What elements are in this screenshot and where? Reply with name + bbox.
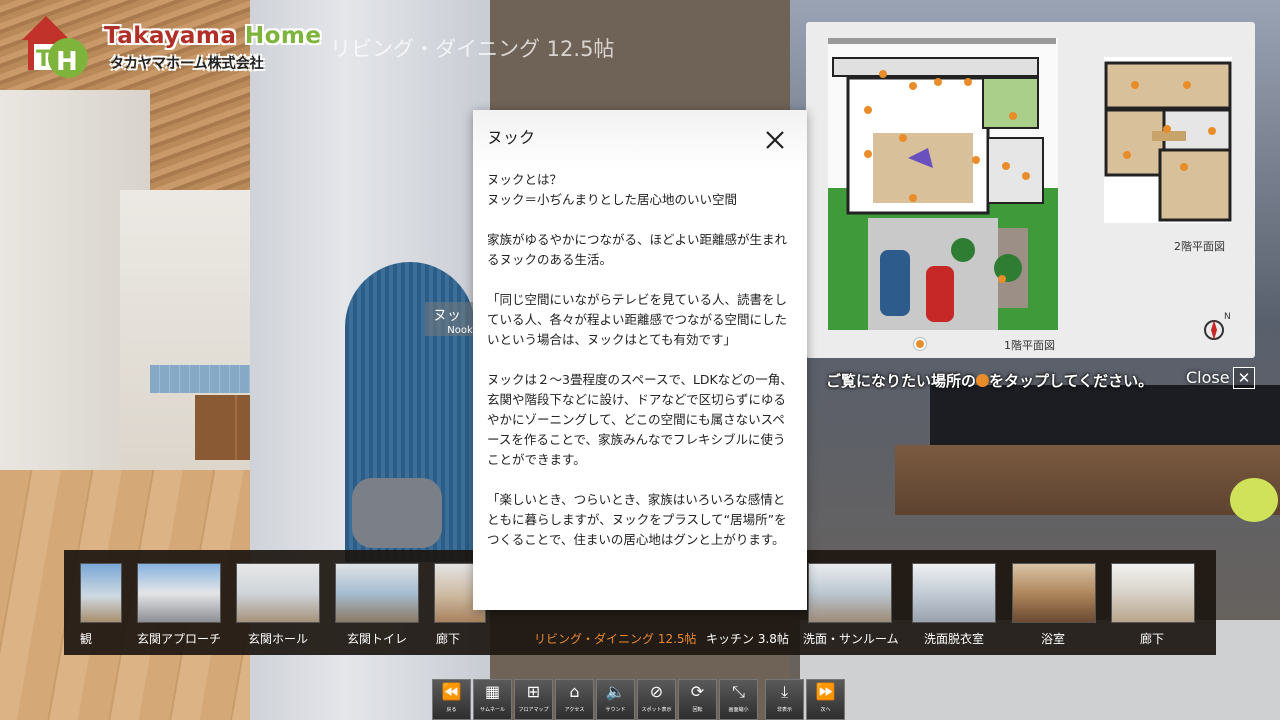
tool-floor-map[interactable]: ⊞ フロアマップ [514,679,553,720]
thumbnail-2[interactable] [236,563,320,623]
thumbnail-0[interactable] [80,563,122,623]
access-icon: ⌂ [569,682,580,701]
tool-shrink-screen[interactable]: ⤡ 画面縮小 [719,679,758,720]
floor-plan-close-label[interactable]: Close [1186,368,1230,387]
download-icon: ⤓ [780,682,789,701]
thumbnail-label-4[interactable]: 廊下 [436,630,460,647]
logo-name: Takayama Home [104,23,322,49]
tool-label: サムネール [480,707,505,713]
svg-text:N: N [1224,312,1231,322]
tool-label: アクセス [564,707,585,713]
tool-label: スポット表示 [641,707,672,713]
tool-label: 画面縮小 [728,707,749,713]
forward-icon: ⏩ [815,682,836,701]
shrink-icon: ⤡ [732,682,745,701]
tool-label: 非表示 [776,707,792,713]
dialog-paragraph-4: ヌックは２～3畳程度のスペースで、LDKなどの一角、玄関や階段下などに設け、ドア… [487,372,793,467]
compass-icon: N [1204,312,1231,340]
rewind-icon: ⏪ [441,682,462,701]
instruction-text-1: ご覧になりたい場所の [826,372,977,390]
tv-board [895,445,1280,515]
floor-plan-close-button[interactable]: ✕ [1233,367,1255,389]
thumbnail-label-0[interactable]: 観 [80,630,92,647]
house-logo-icon: H T [22,16,88,78]
thumbnail-label-7[interactable]: 洗面・サンルーム [803,630,899,647]
thumbnail-7[interactable] [808,563,892,623]
toy [1230,478,1278,522]
thumbnail-label-9[interactable]: 浴室 [1041,630,1065,647]
thumbnail-10[interactable] [1111,563,1195,623]
dialog-body: ヌックとは？ ヌック＝小ぢんまりとした居心地のいい空間 家族がゆるやかにつながる… [487,170,797,570]
hotspot-marker-icon [914,338,926,350]
tool-label: 回転 [692,707,703,713]
tool-rotate[interactable]: ⟳ 回転 [678,679,717,720]
thumbnail-8[interactable] [912,563,996,623]
tool-rewind[interactable]: ⏪ 戻る [432,679,471,720]
floor-plan-panel: 1階平面図 2階平面図 N [806,22,1255,358]
thumbnail-1[interactable] [137,563,221,623]
tool-sound[interactable]: 🔈 サウンド [596,679,635,720]
thumbnail-label-2[interactable]: 玄関ホール [248,630,308,647]
thumbnail-label-3[interactable]: 玄関トイレ [347,630,407,647]
nook-info-dialog: ヌック ヌックとは？ ヌック＝小ぢんまりとした居心地のいい空間 家族がゆるやかに… [473,110,807,610]
dialog-paragraph-3: 「同じ空間にいながらテレビを見ている人、読書をしている人、各々が程よい距離感でつ… [487,292,788,347]
floor-plan-instruction: ご覧になりたい場所の をタップしてください。 [826,370,1153,391]
thumbnail-label-5[interactable]: リビング・ダイニング 12.5帖 [534,630,697,647]
floor-plan-2f [1104,57,1232,223]
tool-label: 戻る [446,707,457,713]
thumbnail-label-8[interactable]: 洗面脱衣室 [924,630,984,647]
tool-access[interactable]: ⌂ アクセス [555,679,594,720]
tool-thumbnails[interactable]: ▦ サムネール [473,679,512,720]
logo-subtitle: タカヤマホーム株式会社 [110,56,264,72]
grid-icon: ▦ [484,682,501,701]
thumbnail-9[interactable] [1012,563,1096,623]
floor-plan-1f [828,38,1058,330]
tool-spot-display[interactable]: ⊘ スポット表示 [637,679,676,720]
tool-label: 次へ [820,707,831,713]
sound-icon: 🔈 [605,682,626,701]
dialog-paragraph-5: 「楽しいとき、つらいとき、家族はいろいろな感情とともに暮らしますが、ヌックをプラ… [487,492,787,547]
tool-forward[interactable]: ⏩ 次へ [806,679,845,720]
scene-title: リビング・ダイニング 12.5帖 [330,37,615,61]
cushion [352,478,442,548]
company-logo[interactable]: H T Takayama Home タカヤマホーム株式会社 [18,10,321,82]
close-icon[interactable] [763,128,787,152]
no-sphere-icon: ⊘ [649,682,664,701]
dialog-paragraph-2: 家族がゆるやかにつながる、ほどよい距離感が生まれるヌックのある生活。 [487,232,788,267]
thumbnail-3[interactable] [335,563,419,623]
svg-text:H: H [56,47,78,77]
orange-dot-icon [976,374,990,387]
tool-label: サウンド [605,707,626,713]
tool-label: フロアマップ [518,707,549,713]
thumbnail-label-6[interactable]: キッチン 3.8帖 [706,630,789,647]
plan-label-2f: 2階平面図 [1174,240,1225,253]
thumbnail-label-10[interactable]: 廊下 [1140,630,1164,647]
svg-text:T: T [36,47,51,72]
plan-label-1f: 1階平面図 [1004,339,1055,352]
floorplan-icon: ⊞ [526,682,541,701]
dialog-title: ヌック [487,128,536,147]
tool-hide[interactable]: ⤓ 非表示 [765,679,804,720]
thumbnail-label-1[interactable]: 玄関アプローチ [137,630,221,647]
dialog-paragraph-1: ヌックとは？ ヌック＝小ぢんまりとした居心地のいい空間 [487,172,738,207]
instruction-text-2: をタップしてください。 [989,372,1154,390]
rotate-icon: ⟳ [690,682,705,701]
